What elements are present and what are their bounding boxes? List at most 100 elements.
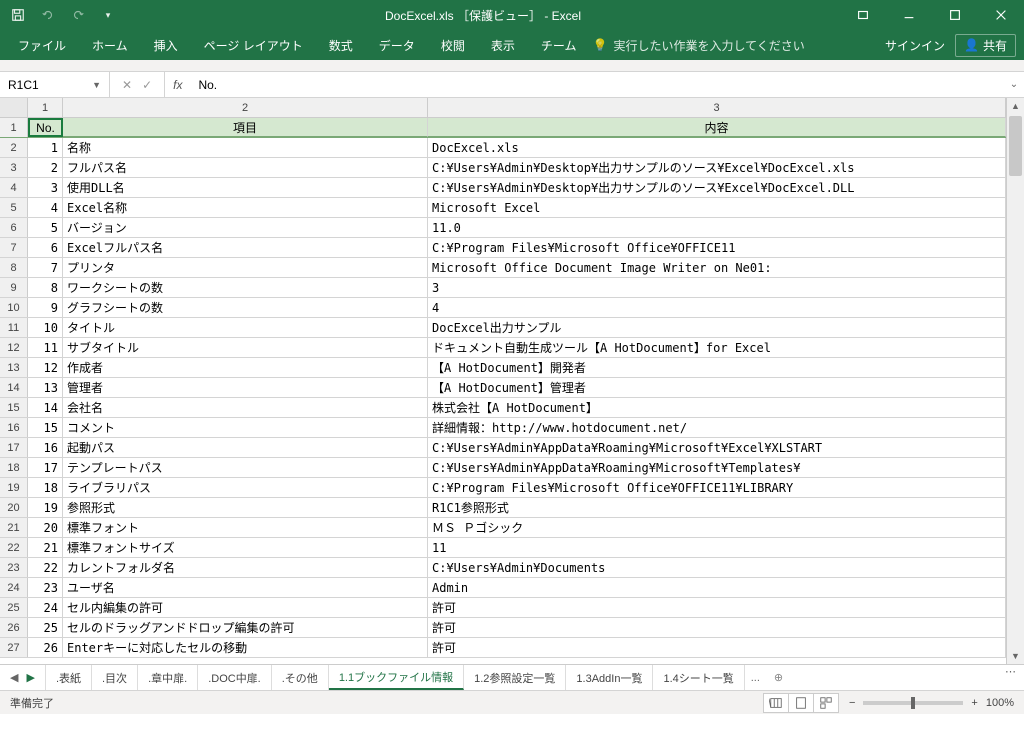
row-header[interactable]: 15 [0,398,28,417]
cell[interactable]: ＭＳ Ｐゴシック [428,518,1006,537]
cell[interactable]: 項目 [63,118,428,137]
ribbon-tab[interactable]: ページ レイアウト [194,31,313,60]
cell[interactable]: 20 [28,518,63,537]
row-header[interactable]: 22 [0,538,28,557]
cell[interactable]: Admin [428,578,1006,597]
signin-link[interactable]: サインイン [885,37,945,54]
cell[interactable]: 1 [28,138,63,157]
cell[interactable]: ユーザ名 [63,578,428,597]
cell[interactable]: ライブラリパス [63,478,428,497]
row-header[interactable]: 4 [0,178,28,197]
cell[interactable]: サブタイトル [63,338,428,357]
close-icon[interactable] [978,0,1024,30]
cell[interactable]: コメント [63,418,428,437]
cell[interactable]: 18 [28,478,63,497]
zoom-slider[interactable] [863,701,963,705]
row-header[interactable]: 8 [0,258,28,277]
ribbon-tab[interactable]: 挿入 [144,31,188,60]
cell[interactable]: 11 [428,538,1006,557]
cell[interactable]: 標準フォント [63,518,428,537]
row-header[interactable]: 5 [0,198,28,217]
zoom-level[interactable]: 100% [986,697,1014,709]
cell[interactable]: 管理者 [63,378,428,397]
cell[interactable]: 4 [28,198,63,217]
row-header[interactable]: 17 [0,438,28,457]
cell[interactable]: ワークシートの数 [63,278,428,297]
row-header[interactable]: 16 [0,418,28,437]
expand-formula-icon[interactable]: ⌄ [1004,72,1024,97]
fx-label[interactable]: fx [165,72,190,97]
cell[interactable]: 詳細情報：http://www.hotdocument.net/ [428,418,1006,437]
sheet-tab[interactable]: 1.4シート一覧 [653,665,744,690]
save-icon[interactable] [10,7,26,23]
sheet-tab[interactable]: .表紙 [46,665,92,690]
cell[interactable]: 名称 [63,138,428,157]
cell[interactable]: C:¥Users¥Admin¥Documents [428,558,1006,577]
row-header[interactable]: 6 [0,218,28,237]
cell[interactable]: 10 [28,318,63,337]
sheet-tab[interactable]: .その他 [272,665,329,690]
scroll-thumb[interactable] [1009,116,1022,176]
view-page-layout-icon[interactable] [788,693,814,713]
ribbon-tab[interactable]: ホーム [82,31,138,60]
cell[interactable]: 6 [28,238,63,257]
view-page-break-icon[interactable] [813,693,839,713]
row-header[interactable]: 3 [0,158,28,177]
row-header[interactable]: 18 [0,458,28,477]
enter-formula-icon[interactable]: ✓ [142,78,152,92]
cell[interactable]: セルのドラッグアンドドロップ編集の許可 [63,618,428,637]
cell[interactable]: 作成者 [63,358,428,377]
cell[interactable]: 16 [28,438,63,457]
cell[interactable]: C:¥Users¥Admin¥AppData¥Roaming¥Microsoft… [428,458,1006,477]
share-button[interactable]: 👤 共有 [955,34,1016,57]
cell[interactable]: 25 [28,618,63,637]
cell[interactable]: カレントフォルダ名 [63,558,428,577]
cell[interactable]: 2 [28,158,63,177]
cell[interactable]: 使用DLL名 [63,178,428,197]
cell[interactable]: 11.0 [428,218,1006,237]
sheet-more[interactable]: ... [745,665,766,690]
sheet-nav-next-icon[interactable]: ▶ [26,671,34,684]
cell[interactable]: 許可 [428,618,1006,637]
cell[interactable]: 5 [28,218,63,237]
row-header[interactable]: 24 [0,578,28,597]
sheet-tab[interactable]: 1.2参照設定一覧 [464,665,566,690]
cell[interactable]: バージョン [63,218,428,237]
cell[interactable]: 15 [28,418,63,437]
row-header[interactable]: 19 [0,478,28,497]
scroll-down-icon[interactable]: ▼ [1007,648,1024,664]
row-header[interactable]: 23 [0,558,28,577]
row-header[interactable]: 21 [0,518,28,537]
row-header[interactable]: 26 [0,618,28,637]
row-header[interactable]: 10 [0,298,28,317]
cell[interactable]: 参照形式 [63,498,428,517]
col-header[interactable]: 1 [28,98,63,117]
col-header[interactable]: 3 [428,98,1006,117]
cell[interactable]: DocExcel.xls [428,138,1006,157]
cell[interactable]: Excelフルパス名 [63,238,428,257]
row-header[interactable]: 9 [0,278,28,297]
cell[interactable]: 23 [28,578,63,597]
zoom-out-icon[interactable]: − [849,697,855,709]
cell[interactable]: 19 [28,498,63,517]
cell[interactable]: 17 [28,458,63,477]
scroll-up-icon[interactable]: ▲ [1007,98,1024,114]
cell[interactable]: 内容 [428,118,1006,137]
cell[interactable]: プリンタ [63,258,428,277]
formula-bar[interactable]: No. [190,72,1004,97]
cell[interactable]: 26 [28,638,63,657]
cell[interactable]: DocExcel出力サンプル [428,318,1006,337]
tell-me[interactable]: 実行したい作業を入力してください [613,37,804,54]
ribbon-tab[interactable]: データ [369,31,425,60]
cell[interactable]: Enterキーに対応したセルの移動 [63,638,428,657]
cell[interactable]: 9 [28,298,63,317]
col-header[interactable]: 2 [63,98,428,117]
row-header[interactable]: 7 [0,238,28,257]
sheet-tab[interactable]: .DOC中扉. [198,665,272,690]
cell[interactable]: 【A HotDocument】管理者 [428,378,1006,397]
cell[interactable]: Excel名称 [63,198,428,217]
cell[interactable]: ドキュメント自動生成ツール【A HotDocument】for Excel [428,338,1006,357]
cell[interactable]: 会社名 [63,398,428,417]
zoom-in-icon[interactable]: + [971,697,977,709]
ribbon-display-icon[interactable] [840,0,886,30]
